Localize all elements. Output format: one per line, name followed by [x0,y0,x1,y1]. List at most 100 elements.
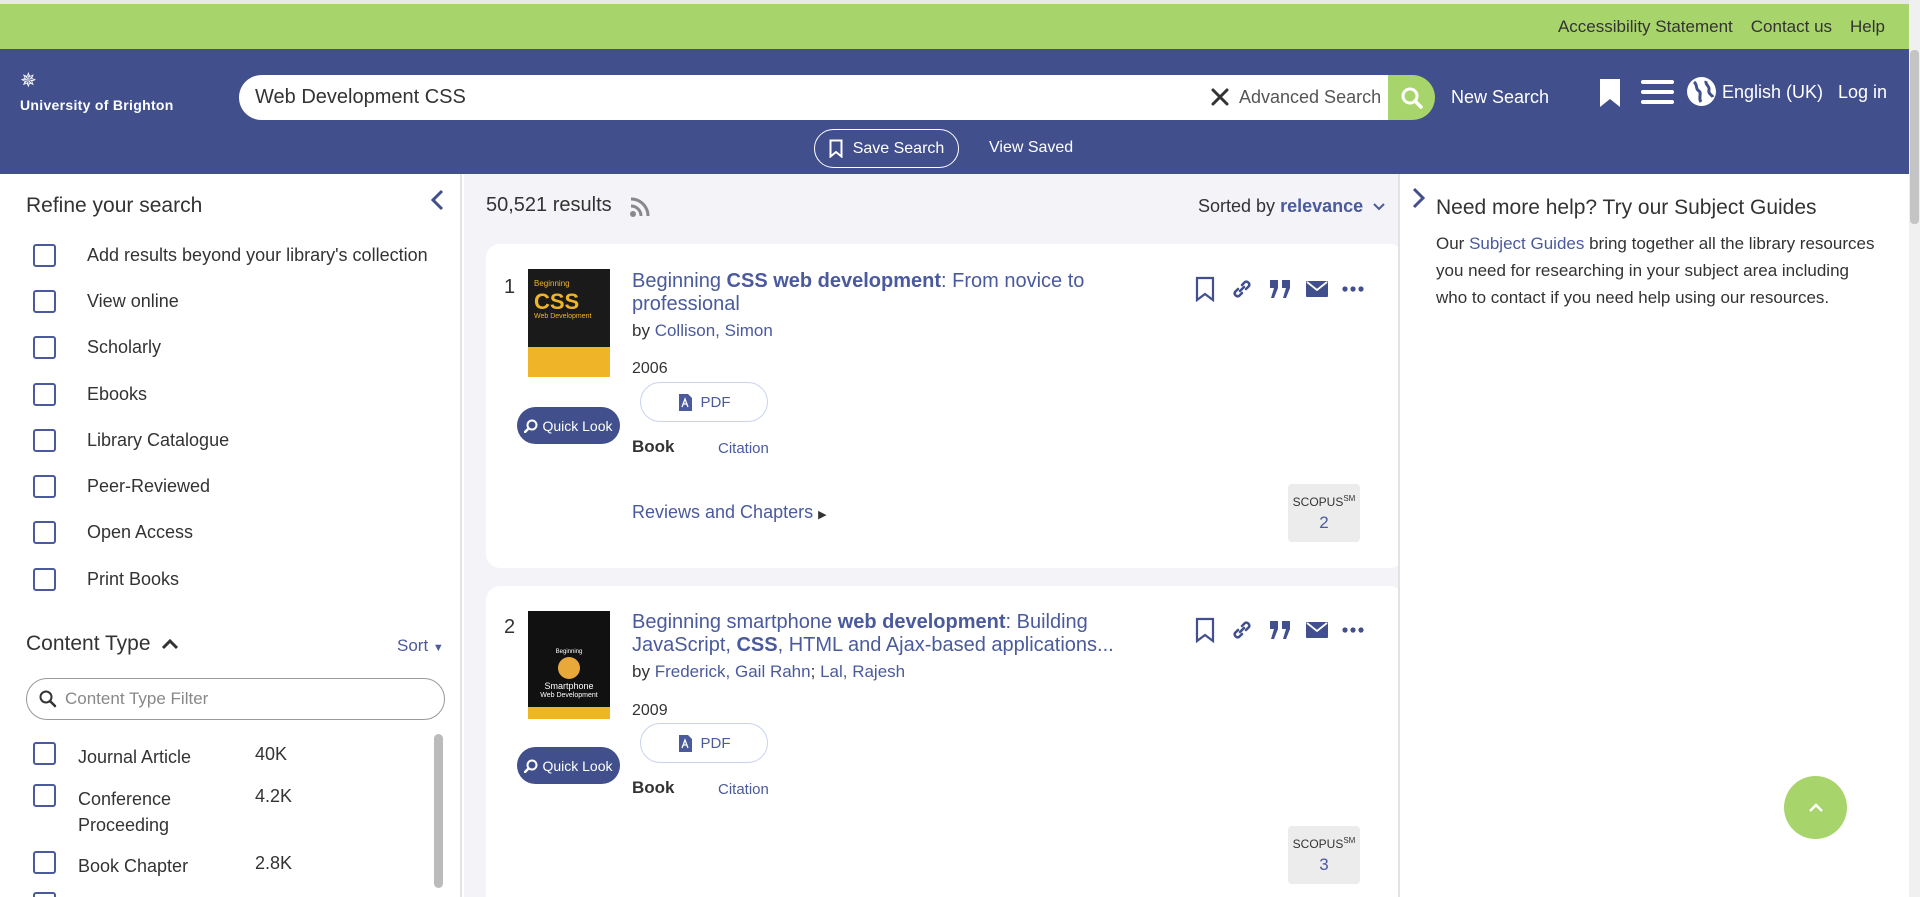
back-to-top-button[interactable] [1784,776,1847,839]
help-panel: Need more help? Try our Subject Guides O… [1398,174,1909,897]
reviews-chapters-link[interactable]: Reviews and Chapters ▶ [632,502,827,523]
advanced-search-link[interactable]: Advanced Search [1239,87,1381,108]
new-search-link[interactable]: New Search [1451,87,1549,108]
book-cover[interactable]: Beginning CSS Web Development [528,269,610,377]
sorted-value: relevance [1280,196,1364,216]
scopus-citations[interactable]: SCOPUSSM 3 [1288,826,1360,884]
reviews-label: Reviews and Chapters [632,502,814,522]
checkbox[interactable] [33,475,56,498]
content-type-header[interactable]: Content Type [26,632,179,656]
checkbox[interactable] [33,784,56,807]
content-type-sort[interactable]: Sort ▼ [397,636,444,656]
sidebar-scrollbar[interactable] [434,734,443,888]
results-area: 50,521 results Sorted by relevance 1 Beg… [464,174,1404,897]
help-title: Need more help? Try our Subject Guides [1436,196,1817,219]
checkbox[interactable] [33,244,56,267]
more-options-icon[interactable] [1342,286,1364,292]
checkbox[interactable] [33,290,56,313]
filter-scholarly[interactable]: Scholarly [33,336,161,359]
title-highlight: web development [837,611,1006,633]
checkbox[interactable] [33,568,56,591]
menu-icon[interactable] [1641,79,1674,105]
clear-search-icon[interactable] [1208,85,1232,109]
view-saved-link[interactable]: View Saved [989,139,1073,157]
quick-look-label: Quick Look [542,417,613,434]
filter-peer-reviewed[interactable]: Peer-Reviewed [33,475,210,498]
pdf-button[interactable]: PDF [640,723,768,763]
search-input[interactable] [255,75,1155,120]
bookmark-outline-icon[interactable] [1194,617,1216,643]
globe-icon[interactable] [1686,76,1717,107]
result-year: 2009 [632,702,668,719]
rss-icon[interactable] [629,196,651,218]
result-actions [1194,276,1364,302]
filter-label: Open Access [87,522,194,542]
checkbox[interactable] [33,851,56,874]
content-type-label: Conference Proceeding [78,789,172,835]
book-cover[interactable]: Beginning Smartphone Web Development [528,611,610,719]
save-search-button[interactable]: Save Search [814,129,959,168]
citation-label[interactable]: Citation [718,781,769,798]
chevron-down-icon [1373,203,1385,211]
bookmark-outline-icon[interactable] [1194,276,1216,302]
filter-ebooks[interactable]: Ebooks [33,383,147,406]
checkbox[interactable] [33,521,56,544]
title-highlight: CSS web development [726,270,942,292]
content-type-filter-input[interactable] [65,679,425,719]
filter-view-online[interactable]: View online [33,290,179,313]
checkbox[interactable] [33,742,56,765]
quick-look-button[interactable]: Quick Look [517,747,620,784]
search-icon [1401,87,1423,109]
save-search-label: Save Search [852,139,945,157]
result-title[interactable]: Beginning smartphone web development: Bu… [632,611,1192,657]
results-count: 50,521 results [486,194,612,216]
caret-down-icon: ▼ [432,642,444,654]
author-link[interactable]: Lal, Rajesh [820,662,905,681]
result-title[interactable]: Beginning CSS web development: From novi… [632,270,1172,316]
pdf-button[interactable]: PDF [640,382,768,422]
quick-look-button[interactable]: Quick Look [517,407,620,444]
title-part: Beginning smartphone [632,611,838,633]
email-icon[interactable] [1306,281,1328,297]
email-icon[interactable] [1306,622,1328,638]
quick-look-label: Quick Look [542,757,613,774]
filter-label: Library Catalogue [87,430,230,450]
more-options-icon[interactable] [1342,627,1364,633]
citation-label[interactable]: Citation [718,440,769,457]
checkbox[interactable] [33,336,56,359]
collapse-sidebar-icon[interactable] [428,188,446,212]
checkbox[interactable] [33,892,56,897]
scopus-label: SCOPUSSM [1292,494,1356,509]
filter-beyond-collection[interactable]: Add results beyond your library's collec… [33,244,428,267]
help-link[interactable]: Help [1850,17,1885,37]
result-type: Book [632,778,675,797]
caret-right-icon: ▶ [818,509,827,521]
login-link[interactable]: Log in [1838,82,1887,103]
page-scrollbar-thumb[interactable] [1910,50,1919,224]
language-selector[interactable]: English (UK) [1722,82,1823,103]
author-link[interactable]: Frederick, Gail Rahn [655,662,811,681]
link-icon[interactable] [1230,618,1254,642]
refine-title: Refine your search [26,194,203,217]
link-icon[interactable] [1230,277,1254,301]
author-link[interactable]: Collison, Simon [655,321,773,340]
expand-panel-icon[interactable] [1410,186,1428,210]
sorted-label: Sorted by [1198,196,1276,216]
accessibility-statement-link[interactable]: Accessibility Statement [1558,17,1733,37]
pdf-label: PDF [700,393,731,411]
filter-print-books[interactable]: Print Books [33,568,179,591]
sort-selector[interactable]: Sorted by relevance [1198,196,1386,217]
result-type: Book [632,437,675,456]
quote-icon[interactable] [1268,278,1292,300]
filter-library-catalogue[interactable]: Library Catalogue [33,429,229,452]
checkbox[interactable] [33,429,56,452]
checkbox[interactable] [33,383,56,406]
university-logo[interactable]: ✵ University of Brighton [20,71,174,113]
quote-icon[interactable] [1268,619,1292,641]
scopus-citations[interactable]: SCOPUSSM 2 [1288,484,1360,542]
search-button[interactable] [1388,75,1435,120]
filter-open-access[interactable]: Open Access [33,521,193,544]
subject-guides-link[interactable]: Subject Guides [1469,234,1584,253]
contact-us-link[interactable]: Contact us [1751,17,1832,37]
bookmark-icon[interactable] [1598,77,1622,109]
